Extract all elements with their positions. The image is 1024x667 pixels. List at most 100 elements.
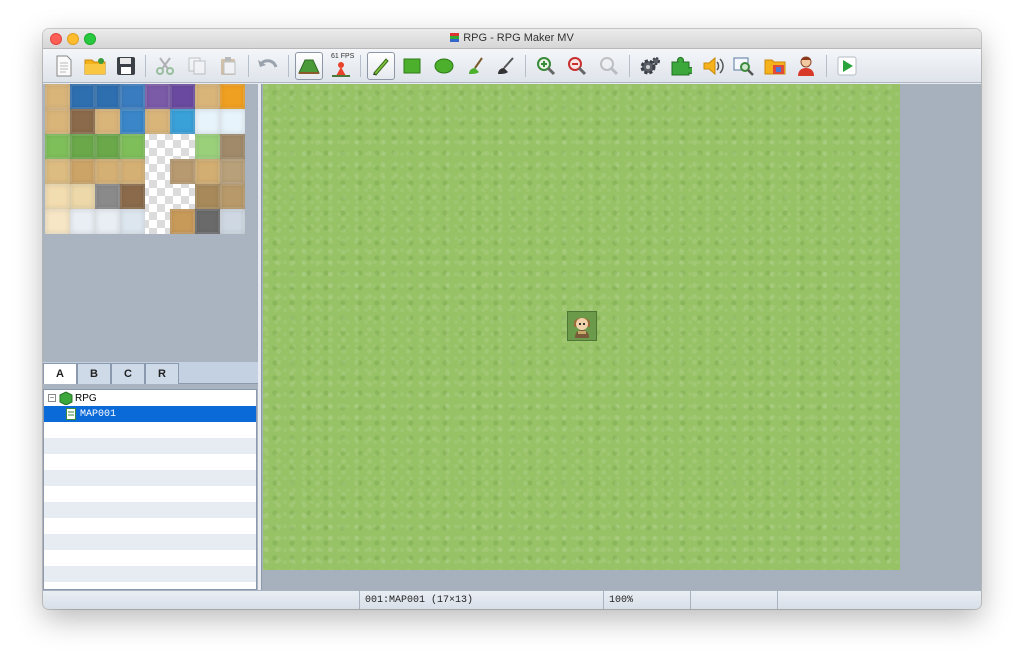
tileset-tile[interactable] bbox=[145, 109, 170, 134]
tileset-tile[interactable] bbox=[195, 134, 220, 159]
tab-a[interactable]: A bbox=[43, 363, 77, 384]
save-project-button[interactable] bbox=[112, 52, 140, 80]
tileset-tile[interactable] bbox=[145, 209, 170, 234]
copy-icon bbox=[188, 57, 206, 75]
shadow-pen-button[interactable] bbox=[492, 52, 520, 80]
puzzle-icon bbox=[671, 56, 692, 76]
toolbar-separator bbox=[288, 55, 289, 77]
map-mode-button[interactable] bbox=[295, 52, 323, 80]
tree-item-project[interactable]: − RPG bbox=[44, 390, 256, 406]
project-icon bbox=[59, 391, 73, 405]
tileset-tile[interactable] bbox=[120, 209, 145, 234]
player-start-event[interactable] bbox=[567, 311, 597, 341]
tileset-tile[interactable] bbox=[145, 84, 170, 109]
tab-r[interactable]: R bbox=[145, 363, 179, 384]
toolbar-separator bbox=[826, 55, 827, 77]
tileset-tile[interactable] bbox=[195, 209, 220, 234]
tileset-tile[interactable] bbox=[45, 109, 70, 134]
sound-test-button[interactable] bbox=[699, 52, 727, 80]
tileset-tile[interactable] bbox=[195, 109, 220, 134]
tileset-tile[interactable] bbox=[120, 159, 145, 184]
zoom-out-button[interactable] bbox=[563, 52, 591, 80]
tree-empty-row bbox=[44, 502, 256, 518]
ellipse-button[interactable] bbox=[430, 52, 458, 80]
zoom-actual-button[interactable] bbox=[595, 52, 623, 80]
tileset-tile[interactable] bbox=[195, 184, 220, 209]
clipboard-icon bbox=[221, 57, 236, 75]
zoom-actual-icon bbox=[600, 57, 619, 76]
tileset-tile[interactable] bbox=[70, 209, 95, 234]
search-icon bbox=[733, 57, 754, 76]
tree-map-label: MAP001 bbox=[80, 408, 117, 420]
tileset-tile[interactable] bbox=[95, 159, 120, 184]
open-project-button[interactable] bbox=[81, 52, 109, 80]
tileset-tile[interactable] bbox=[120, 84, 145, 109]
tileset-tile[interactable] bbox=[170, 84, 195, 109]
new-project-button[interactable] bbox=[50, 52, 78, 80]
toolbar-separator bbox=[248, 55, 249, 77]
tileset-tile[interactable] bbox=[70, 84, 95, 109]
tileset-tile[interactable] bbox=[45, 184, 70, 209]
tileset-tile[interactable] bbox=[220, 209, 245, 234]
tileset-tile[interactable] bbox=[220, 84, 245, 109]
character-generator-button[interactable] bbox=[792, 52, 820, 80]
tileset-tile[interactable] bbox=[45, 84, 70, 109]
tileset-tile[interactable] bbox=[70, 109, 95, 134]
tileset-tile[interactable] bbox=[170, 109, 195, 134]
database-button[interactable] bbox=[636, 52, 664, 80]
tileset-tile[interactable] bbox=[70, 159, 95, 184]
tileset-tile[interactable] bbox=[170, 209, 195, 234]
event-searcher-button[interactable] bbox=[730, 52, 758, 80]
paste-button[interactable] bbox=[214, 52, 242, 80]
zoom-in-button[interactable] bbox=[532, 52, 560, 80]
copy-button[interactable] bbox=[183, 52, 211, 80]
tileset-tile[interactable] bbox=[145, 134, 170, 159]
fill-button[interactable] bbox=[461, 52, 489, 80]
tileset-tile[interactable] bbox=[220, 159, 245, 184]
map-editor-area[interactable] bbox=[261, 84, 981, 590]
collapse-icon[interactable]: − bbox=[48, 394, 56, 402]
tileset-tile[interactable] bbox=[195, 159, 220, 184]
tileset-tile[interactable] bbox=[95, 84, 120, 109]
tileset-tile[interactable] bbox=[120, 184, 145, 209]
character-sprite-icon bbox=[574, 317, 590, 338]
tileset-tile[interactable] bbox=[170, 159, 195, 184]
cut-button[interactable] bbox=[151, 52, 179, 80]
tab-b[interactable]: B bbox=[77, 363, 111, 384]
tileset-tile[interactable] bbox=[95, 134, 120, 159]
playtest-button[interactable] bbox=[833, 52, 861, 80]
tileset-tile[interactable] bbox=[95, 184, 120, 209]
tileset-tile[interactable] bbox=[45, 134, 70, 159]
tileset-tile[interactable] bbox=[70, 134, 95, 159]
map-canvas[interactable] bbox=[263, 84, 900, 570]
tileset-tile[interactable] bbox=[120, 134, 145, 159]
tileset-tile[interactable] bbox=[45, 209, 70, 234]
undo-icon bbox=[258, 59, 278, 68]
tileset-tile[interactable] bbox=[95, 109, 120, 134]
undo-button[interactable] bbox=[254, 52, 282, 80]
tileset-tile[interactable] bbox=[220, 109, 245, 134]
status-cell-empty bbox=[777, 591, 981, 609]
pencil-button[interactable] bbox=[367, 52, 395, 80]
tileset-tile[interactable] bbox=[95, 209, 120, 234]
tileset-tile[interactable] bbox=[170, 184, 195, 209]
tileset-tile[interactable] bbox=[220, 134, 245, 159]
tileset-tile[interactable] bbox=[70, 184, 95, 209]
tileset-tile[interactable] bbox=[145, 159, 170, 184]
map-tree: − RPG MAP001 bbox=[43, 389, 257, 590]
event-mode-button[interactable]: 61 FPS bbox=[327, 52, 355, 80]
tileset-palette[interactable] bbox=[45, 84, 245, 234]
rectangle-button[interactable] bbox=[398, 52, 426, 80]
tileset-tile[interactable] bbox=[170, 134, 195, 159]
document-icon bbox=[56, 55, 72, 77]
tree-item-map001[interactable]: MAP001 bbox=[44, 406, 256, 422]
tab-c[interactable]: C bbox=[111, 363, 145, 384]
map-mode-icon bbox=[298, 59, 320, 74]
resource-manager-button[interactable] bbox=[761, 52, 789, 80]
tileset-tile[interactable] bbox=[145, 184, 170, 209]
tileset-tile[interactable] bbox=[195, 84, 220, 109]
tileset-tile[interactable] bbox=[120, 109, 145, 134]
plugin-manager-button[interactable] bbox=[667, 52, 695, 80]
tileset-tile[interactable] bbox=[45, 159, 70, 184]
tileset-tile[interactable] bbox=[220, 184, 245, 209]
